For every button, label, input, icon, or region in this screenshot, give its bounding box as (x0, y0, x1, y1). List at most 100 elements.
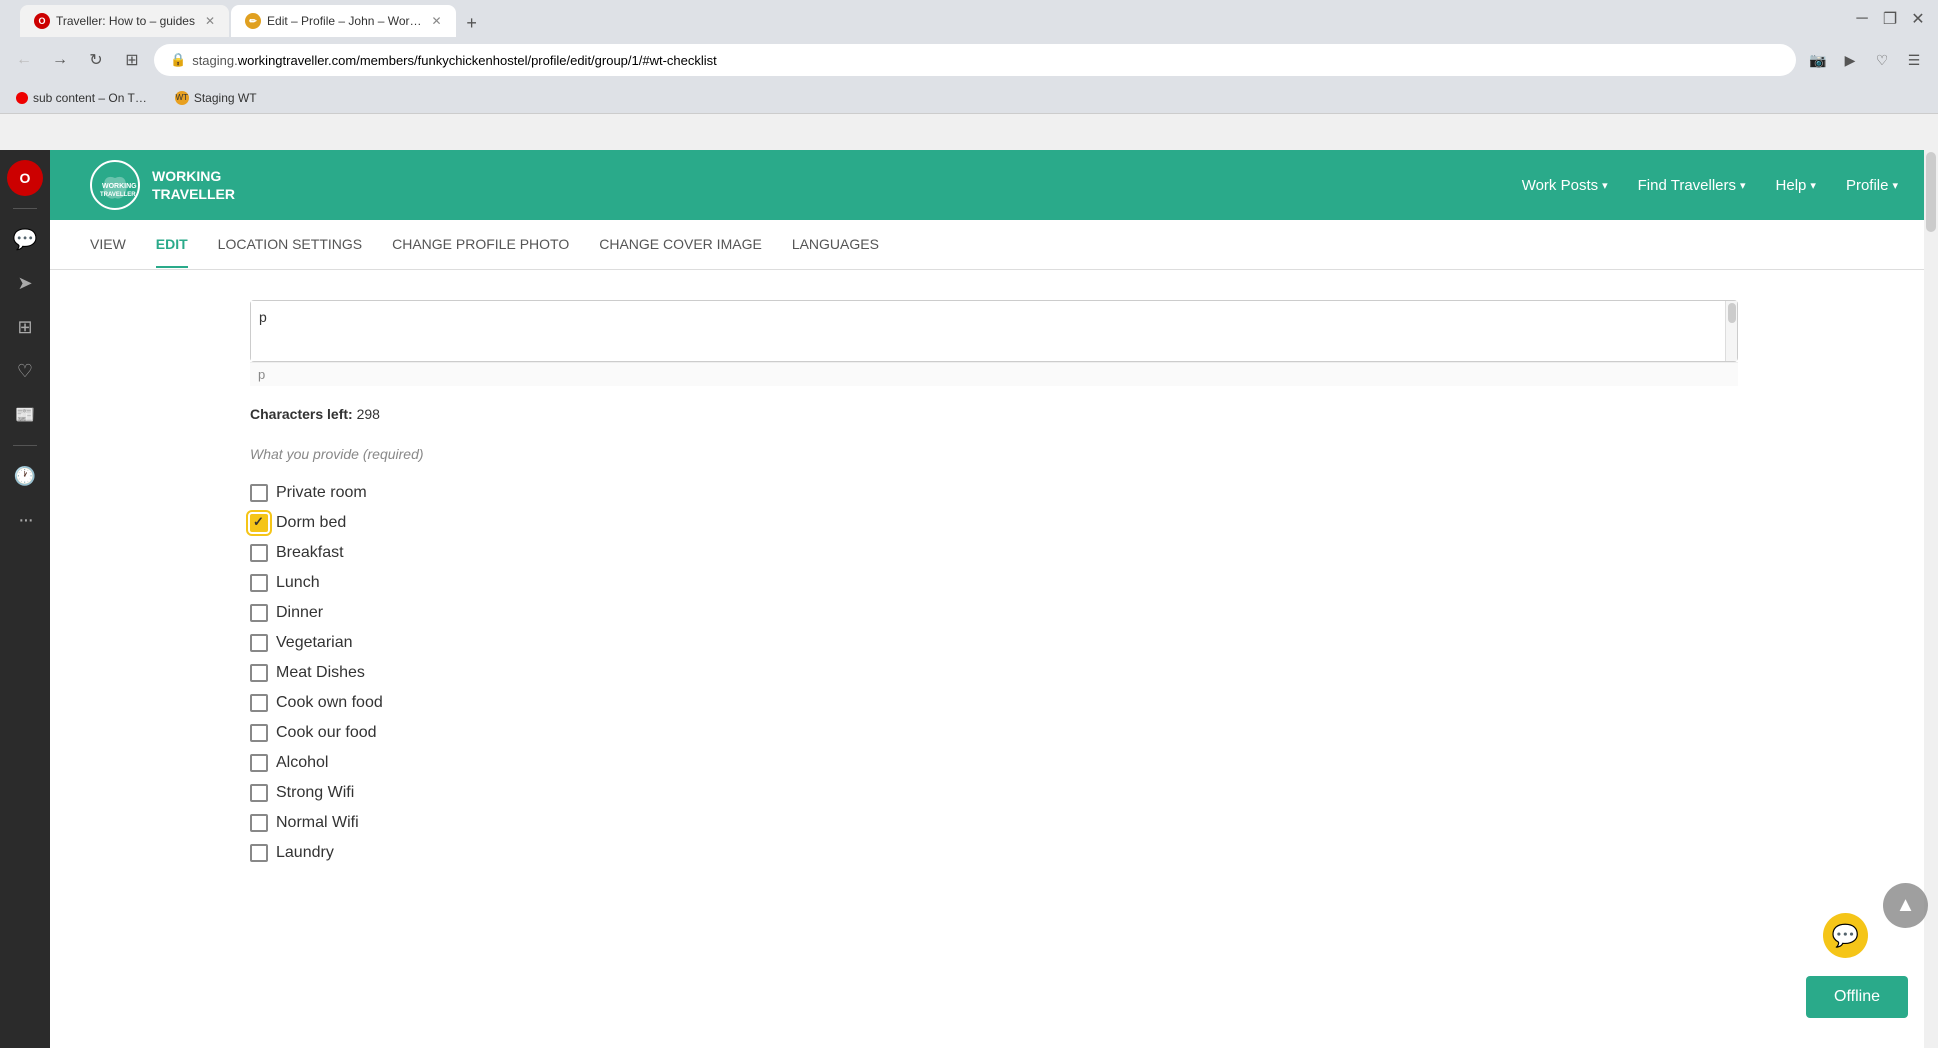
site-nav: Work Posts ▾ Find Travellers ▾ Help ▾ Pr… (1522, 177, 1898, 194)
bookmark-1[interactable]: sub content – On T… (10, 89, 153, 107)
site-logo[interactable]: WORKING TRAVELLER WORKINGTRAVELLER (90, 160, 235, 210)
textarea-wrapper (250, 300, 1738, 362)
checklist-item-strong-wifi: Strong Wifi (250, 778, 1738, 808)
label-normal-wifi[interactable]: Normal Wifi (276, 814, 359, 832)
checkbox-laundry[interactable] (250, 844, 268, 862)
nav-change-profile-photo[interactable]: CHANGE PROFILE PHOTO (392, 222, 569, 268)
bookmark-2[interactable]: WT Staging WT (169, 89, 263, 107)
refresh-button[interactable]: ↻ (82, 46, 110, 74)
label-laundry[interactable]: Laundry (276, 844, 334, 862)
nav-help[interactable]: Help ▾ (1776, 177, 1816, 194)
bookmark-favicon-2: WT (175, 91, 189, 105)
tab-1[interactable]: O Traveller: How to – guides ✕ (20, 5, 229, 37)
chat-bubble-icon[interactable]: 💬 (1823, 913, 1868, 958)
nav-work-posts[interactable]: Work Posts ▾ (1522, 177, 1608, 194)
checklist-item-private-room: Private room (250, 478, 1738, 508)
tab-2[interactable]: ✏ Edit – Profile – John – Wor… ✕ (231, 5, 456, 37)
svg-text:TRAVELLER: TRAVELLER (100, 192, 136, 198)
checkbox-cook-own-food[interactable] (250, 694, 268, 712)
page-nav: VIEW EDIT LOCATION SETTINGS CHANGE PROFI… (50, 220, 1938, 270)
checkbox-normal-wifi[interactable] (250, 814, 268, 832)
checklist-item-dorm-bed: Dorm bed (250, 508, 1738, 538)
label-cook-own-food[interactable]: Cook own food (276, 694, 383, 712)
label-cook-our-food[interactable]: Cook our food (276, 724, 377, 742)
logo-text: WORKINGTRAVELLER (152, 167, 235, 203)
maximize-button[interactable]: ❐ (1880, 9, 1900, 29)
heart-toolbar-icon[interactable]: ♡ (1868, 46, 1896, 74)
apps-sidebar-icon[interactable]: ⊞ (7, 309, 43, 345)
label-strong-wifi[interactable]: Strong Wifi (276, 784, 354, 802)
camera-icon[interactable]: 📷 (1804, 46, 1832, 74)
label-vegetarian[interactable]: Vegetarian (276, 634, 353, 652)
nav-find-travellers[interactable]: Find Travellers ▾ (1638, 177, 1746, 194)
checkbox-private-room[interactable] (250, 484, 268, 502)
main-content: WORKING TRAVELLER WORKINGTRAVELLER Work … (50, 150, 1938, 1048)
site-header: WORKING TRAVELLER WORKINGTRAVELLER Work … (50, 150, 1938, 220)
view-button[interactable]: ⊞ (118, 46, 146, 74)
description-textarea[interactable] (251, 301, 1725, 361)
tab-close-1[interactable]: ✕ (205, 14, 215, 28)
back-button[interactable]: ← (10, 46, 38, 74)
textarea-char-indicator: p (258, 367, 265, 382)
checklist-item-cook-own-food: Cook own food (250, 688, 1738, 718)
checkbox-alcohol[interactable] (250, 754, 268, 772)
label-dinner[interactable]: Dinner (276, 604, 323, 622)
logo-svg: WORKING TRAVELLER (90, 160, 140, 210)
tab-favicon-1: O (34, 13, 50, 29)
opera-logo-icon[interactable]: O (7, 160, 43, 196)
url-input[interactable]: 🔒 staging.workingtraveller.com/members/f… (154, 44, 1796, 76)
checkbox-lunch[interactable] (250, 574, 268, 592)
tab-bar: O Traveller: How to – guides ✕ ✏ Edit – … (10, 1, 1852, 37)
nav-profile-label: Profile (1846, 177, 1889, 194)
scroll-to-top-button[interactable]: ▲ (1883, 883, 1928, 928)
nav-help-chevron: ▾ (1810, 179, 1816, 192)
content-body: p Characters left: 298 What you provide … (50, 270, 1938, 898)
label-private-room[interactable]: Private room (276, 484, 367, 502)
messenger-icon[interactable]: 💬 (7, 221, 43, 257)
checkbox-strong-wifi[interactable] (250, 784, 268, 802)
textarea-section: p (250, 300, 1738, 386)
nav-languages[interactable]: LANGUAGES (792, 222, 879, 268)
label-breakfast[interactable]: Breakfast (276, 544, 344, 562)
checkbox-breakfast[interactable] (250, 544, 268, 562)
more-sidebar-icon[interactable]: ··· (7, 502, 43, 538)
checkbox-dorm-bed[interactable] (250, 514, 268, 532)
nav-profile[interactable]: Profile ▾ (1846, 177, 1898, 194)
new-tab-button[interactable]: + (458, 9, 486, 37)
tab-close-2[interactable]: ✕ (432, 14, 442, 28)
label-alcohol[interactable]: Alcohol (276, 754, 328, 772)
bookmark-label-1: sub content – On T… (33, 91, 147, 105)
checkbox-meat-dishes[interactable] (250, 664, 268, 682)
nav-find-travellers-label: Find Travellers (1638, 177, 1736, 194)
checkbox-cook-our-food[interactable] (250, 724, 268, 742)
nav-location-settings[interactable]: LOCATION SETTINGS (218, 222, 362, 268)
textarea-scroll-thumb (1728, 303, 1736, 323)
forward-button[interactable]: → (46, 46, 74, 74)
label-lunch[interactable]: Lunch (276, 574, 320, 592)
checkbox-vegetarian[interactable] (250, 634, 268, 652)
opera-sidebar: O 💬 ➤ ⊞ ♡ 📰 🕐 ··· (0, 150, 50, 1048)
label-dorm-bed[interactable]: Dorm bed (276, 514, 346, 532)
nav-edit[interactable]: EDIT (156, 222, 188, 268)
close-button[interactable]: ✕ (1908, 9, 1928, 29)
checkbox-dinner[interactable] (250, 604, 268, 622)
nav-change-cover-image[interactable]: CHANGE COVER IMAGE (599, 222, 762, 268)
offline-badge[interactable]: Offline (1806, 976, 1908, 1018)
checklist-item-alcohol: Alcohol (250, 748, 1738, 778)
send-sidebar-icon[interactable]: ➤ (7, 265, 43, 301)
label-meat-dishes[interactable]: Meat Dishes (276, 664, 365, 682)
menu-icon[interactable]: ☰ (1900, 46, 1928, 74)
play-icon[interactable]: ▶ (1836, 46, 1864, 74)
checklist-item-laundry: Laundry (250, 838, 1738, 868)
tab-favicon-2: ✏ (245, 13, 261, 29)
svg-text:WORKING: WORKING (102, 183, 137, 190)
textarea-scrollbar[interactable] (1725, 301, 1737, 361)
checklist-item-cook-our-food: Cook our food (250, 718, 1738, 748)
sidebar-divider-1 (13, 208, 37, 209)
history-sidebar-icon[interactable]: 🕐 (7, 458, 43, 494)
nav-help-label: Help (1776, 177, 1807, 194)
minimize-button[interactable]: ─ (1852, 9, 1872, 29)
heart-sidebar-icon[interactable]: ♡ (7, 353, 43, 389)
news-sidebar-icon[interactable]: 📰 (7, 397, 43, 433)
nav-view[interactable]: VIEW (90, 222, 126, 268)
